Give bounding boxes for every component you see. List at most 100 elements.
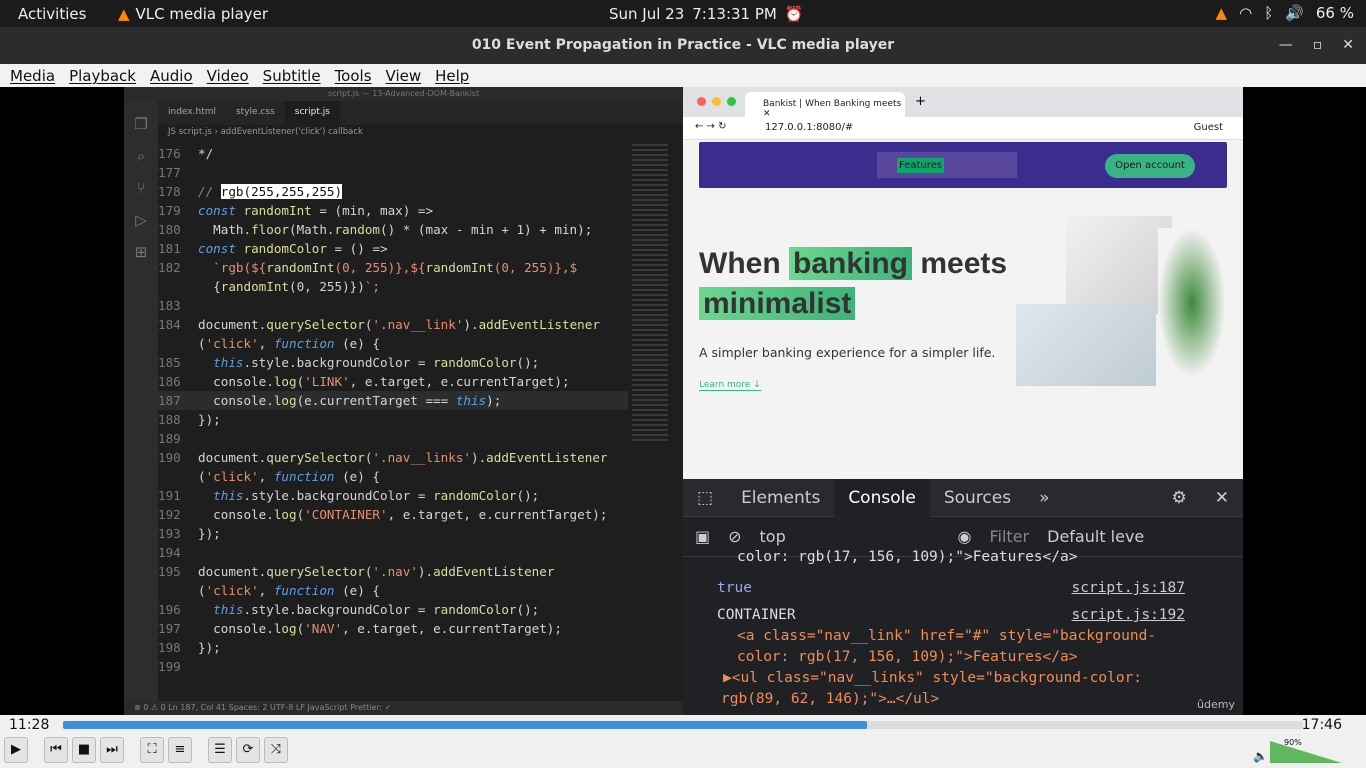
line-number [158, 277, 198, 296]
extended-settings-button[interactable]: ≡ [168, 737, 192, 763]
volume-slider[interactable]: 90% [1270, 738, 1342, 763]
loop-button[interactable]: ⟳ [236, 737, 260, 763]
h1-part1: When [699, 247, 789, 280]
code-text: `rgb(${randomInt(0, 255)},${randomInt(0,… [213, 260, 578, 275]
menu-subtitle[interactable]: Subtitle [263, 67, 321, 85]
clear-console-icon: ⊘ [728, 527, 742, 546]
minimize-button[interactable]: — [1279, 27, 1293, 64]
code-text: document.querySelector('.nav').addEventL… [198, 564, 555, 579]
menu-tools[interactable]: Tools [335, 67, 372, 85]
log-line: color: rgb(17, 156, 109);">Features</a> [737, 549, 1078, 565]
menu-help[interactable]: Help [435, 67, 469, 85]
line-number: 190 [158, 450, 181, 465]
more-tabs-icon: » [1039, 487, 1050, 508]
line-number: 194 [158, 545, 181, 560]
line-number: 181 [158, 241, 181, 256]
line-number: 188 [158, 412, 181, 427]
fullscreen-button[interactable]: ⛶ [140, 737, 164, 763]
sidebar-toggle-icon: ▣ [695, 527, 711, 546]
line-number: 186 [158, 374, 181, 389]
bluetooth-icon: ᛒ [1264, 4, 1274, 22]
clock[interactable]: Sun Jul 23 7:13:31 PM ⏰ [609, 5, 804, 23]
code-text: this.style.backgroundColor = randomColor… [213, 355, 540, 370]
devtools-panel: ⬚ Elements Console Sources » ⚙ ✕ ▣ ⊘ top … [683, 478, 1243, 715]
line-number: 193 [158, 526, 181, 541]
vscode-window: script.js — 13-Advanced-DOM-Bankist ❐ ⌕ ⑂ ▷… [124, 87, 683, 715]
menu-view[interactable]: View [386, 67, 422, 85]
volume-label: 90% [1284, 738, 1302, 747]
devtools-tab-sources: Sources [943, 487, 1012, 508]
seek-bar[interactable] [63, 721, 1303, 729]
new-tab-icon: + [915, 94, 926, 109]
inspect-icon: ⬚ [697, 487, 714, 508]
code-text: const randomColor = () => [198, 241, 388, 256]
volume-fill [1270, 741, 1342, 763]
code-line: 180 Math.floor(Math.random() * (max - mi… [158, 220, 628, 239]
speaker-icon: 🔈 [1253, 749, 1268, 763]
log-line: ▶<ul class="nav__links" style="backgroun… [723, 670, 1143, 686]
code-line: 186 console.log('LINK', e.target, e.curr… [158, 372, 628, 391]
tab-script-js: script.js [284, 101, 340, 125]
code-line: 196 this.style.backgroundColor = randomC… [158, 600, 628, 619]
line-number [158, 467, 198, 486]
nav-links: Features [877, 152, 1017, 178]
stop-button[interactable]: ■ [72, 737, 96, 763]
code-text: document.querySelector('.nav__link').add… [198, 317, 600, 332]
hero-subtitle: A simpler banking experience for a simpl… [699, 345, 996, 360]
code-line: 183 [158, 296, 628, 315]
shuffle-button[interactable]: ⤨ [264, 737, 288, 763]
close-dot [697, 97, 706, 106]
code-line: 182 `rgb(${randomInt(0, 255)},${randomIn… [158, 258, 628, 277]
code-line: 185 this.style.backgroundColor = randomC… [158, 353, 628, 372]
play-button[interactable]: ▶ [4, 737, 28, 763]
code-text: }); [198, 640, 221, 655]
line-number: 195 [158, 564, 181, 579]
minimap [632, 144, 668, 444]
code-text: console.log('NAV', e.target, e.currentTa… [198, 621, 562, 636]
breadcrumb: JS script.js › addEventListener('click')… [168, 127, 363, 137]
wifi-icon: ◠ [1239, 4, 1253, 22]
code-text: }); [198, 526, 221, 541]
playlist-button[interactable]: ☰ [208, 737, 232, 763]
activities-button[interactable]: Activities [18, 5, 86, 23]
system-tray[interactable]: ▲ ◠ ᛒ 🔊 66 % [1216, 4, 1354, 22]
time-label: 7:13:31 PM [692, 5, 777, 23]
vscode-title: script.js — 13-Advanced-DOM-Bankist [124, 87, 683, 101]
code-text: console.log('CONTAINER', e.target, e.cur… [198, 507, 608, 522]
nav-features: Features [897, 158, 944, 173]
files-icon: ❐ [134, 115, 148, 133]
menu-audio[interactable]: Audio [150, 67, 193, 85]
code-text: console.log(e.currentTarget === this); [198, 393, 502, 408]
code-text: ('click', function (e) { [198, 583, 381, 598]
menu-playback[interactable]: Playback [69, 67, 136, 85]
site-nav: Features Open account [699, 142, 1227, 188]
code-line: 194 [158, 543, 628, 562]
maximize-button[interactable]: ▫ [1313, 27, 1323, 64]
code-editor: 176 */ 177 178 // rgb(255,255,255) 179 const r… [158, 144, 628, 676]
close-window-button[interactable]: ✕ [1342, 27, 1354, 64]
code-line: 179 const randomInt = (min, max) => [158, 201, 628, 220]
line-number: 185 [158, 355, 181, 370]
line-number: 183 [158, 298, 181, 313]
video-area[interactable]: script.js — 13-Advanced-DOM-Bankist ❐ ⌕ ⑂ ▷… [0, 87, 1366, 715]
line-number: 177 [158, 165, 181, 180]
next-button[interactable]: ⏭ [100, 737, 124, 763]
seek-progress [63, 721, 867, 729]
code-line: 193}); [158, 524, 628, 543]
browser-tab-bar: Bankist | When Banking meets ✕ + [683, 87, 1243, 119]
code-text: document.querySelector('.nav__links').ad… [198, 450, 608, 465]
source-link: script.js:187 [1071, 580, 1186, 596]
devtools-toolbar: ⬚ Elements Console Sources » ⚙ ✕ [683, 478, 1243, 517]
app-menu[interactable]: ▲ VLC media player [118, 5, 268, 23]
window-titlebar: 010 Event Propagation in Practice - VLC … [0, 27, 1366, 64]
line-number: 192 [158, 507, 181, 522]
previous-button[interactable]: ⏮ [44, 737, 68, 763]
run-icon: ▷ [135, 211, 147, 229]
line-number: 187 [158, 393, 181, 408]
code-line: 176 */ [158, 144, 628, 163]
alarm-icon: ⏰ [784, 5, 804, 23]
browser-tab: Bankist | When Banking meets ✕ [745, 92, 905, 119]
menu-media[interactable]: Media [10, 67, 55, 85]
devtools-tab-elements: Elements [741, 487, 821, 508]
menu-video[interactable]: Video [207, 67, 249, 85]
